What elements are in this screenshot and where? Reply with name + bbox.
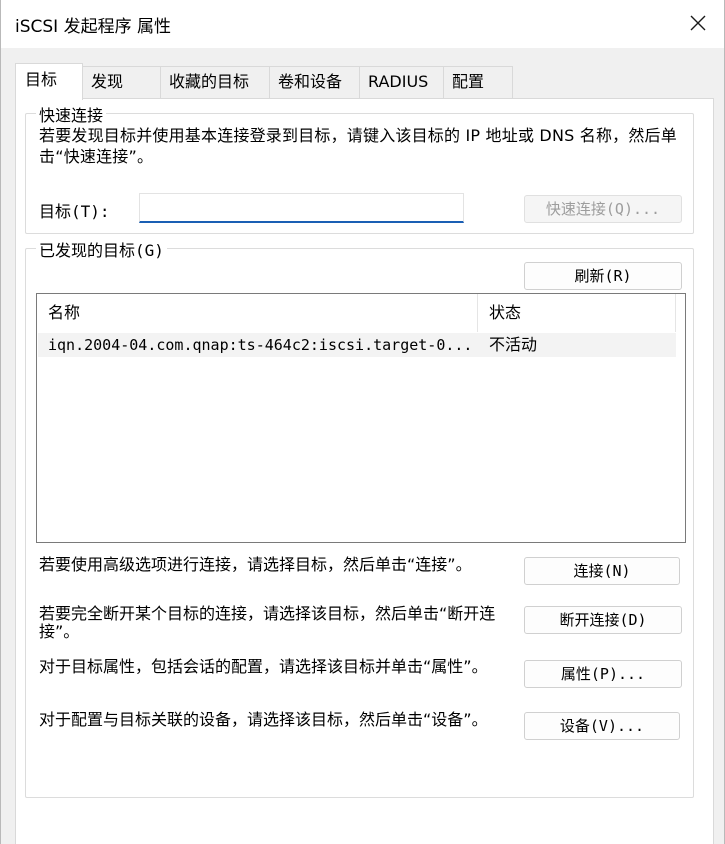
connect-instruction: 若要使用高级选项进行连接，请选择目标，然后单击“连接”。 [39,555,472,574]
refresh-button[interactable]: 刷新(R) [524,262,682,290]
connect-button[interactable]: 连接(N) [524,557,680,585]
tab-configuration[interactable]: 配置 [443,66,513,98]
targets-list[interactable]: 名称 状态 iqn.2004-04.com.qnap:ts-464c2:iscs… [36,293,686,543]
quick-connect-button[interactable]: 快速连接(Q)... [524,195,682,223]
target-label: 目标(T): [39,202,110,221]
tab-targets[interactable]: 目标 [15,63,83,100]
properties-instruction: 对于目标属性，包括会话的配置，请选择该目标并单击“属性”。 [39,657,488,676]
table-row[interactable]: iqn.2004-04.com.qnap:ts-464c2:iscsi.targ… [38,333,676,357]
tab-favorite-targets[interactable]: 收藏的目标 [160,66,270,98]
dialog-window: iSCSI 发起程序 属性 目标 发现 收藏的目标 卷和设备 RADIUS 配置… [0,0,725,844]
close-icon [690,15,706,31]
discovered-targets-legend: 已发现的目标(G) [36,237,167,261]
column-header-name[interactable]: 名称 [37,294,478,332]
tab-radius[interactable]: RADIUS [359,66,444,98]
tab-discovery[interactable]: 发现 [82,66,161,98]
devices-instruction: 对于配置与目标关联的设备，请选择该目标，然后单击“设备”。 [39,710,488,729]
title-bar[interactable]: iSCSI 发起程序 属性 [1,0,724,48]
column-header-status[interactable]: 状态 [478,294,676,332]
tab-volumes-devices[interactable]: 卷和设备 [269,66,360,98]
disconnect-button[interactable]: 断开连接(D) [524,606,682,634]
quick-connect-description: 若要发现目标并使用基本连接登录到目标，请键入该目标的 IP 地址或 DNS 名称… [39,126,677,166]
list-header: 名称 状态 [37,294,685,332]
properties-button[interactable]: 属性(P)... [524,660,682,688]
quick-connect-legend: 快速连接 [36,102,107,126]
close-button[interactable] [672,0,724,46]
target-status-cell: 不活动 [489,335,538,354]
target-input[interactable] [139,193,464,223]
window-title: iSCSI 发起程序 属性 [15,17,171,37]
disconnect-instruction: 若要完全断开某个目标的连接，请选择该目标，然后单击“断开连接”。 [39,604,496,641]
target-name-cell: iqn.2004-04.com.qnap:ts-464c2:iscsi.targ… [48,336,473,354]
devices-button[interactable]: 设备(V)... [524,712,680,740]
